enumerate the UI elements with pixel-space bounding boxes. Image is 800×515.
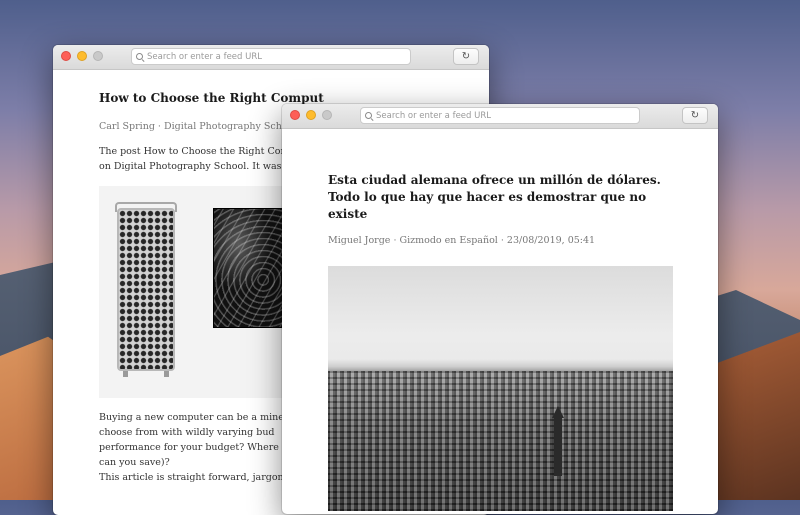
- reload-button[interactable]: ↻: [453, 48, 479, 65]
- traffic-lights: [61, 51, 103, 61]
- body-line: choose from with wildly varying bud: [99, 427, 275, 438]
- mac-pro-tower: [117, 208, 175, 371]
- feed-url-input[interactable]: [144, 51, 397, 62]
- article-byline: Miguel Jorge · Gizmodo en Español · 23/0…: [328, 235, 596, 246]
- body-line: can you save)?: [99, 457, 170, 468]
- title-bar[interactable]: ↻: [53, 45, 489, 70]
- intro-line: on Digital Photography School. It was au…: [99, 161, 301, 172]
- church-tower: [552, 406, 564, 476]
- close-button[interactable]: [61, 51, 71, 61]
- article-photo: [328, 266, 673, 511]
- mac-pro-feet: [117, 371, 175, 377]
- article-title: Esta ciudad alemana ofrece un millón de …: [328, 173, 661, 221]
- title-bar[interactable]: ↻: [282, 104, 718, 129]
- intro-line: The post How to Choose the Right Comp: [99, 146, 296, 157]
- feed-url-bar[interactable]: [360, 107, 640, 124]
- minimize-button[interactable]: [77, 51, 87, 61]
- traffic-lights: [290, 110, 332, 120]
- close-button[interactable]: [290, 110, 300, 120]
- body-line: performance for your budget? Where sho: [99, 442, 299, 453]
- body-line: Buying a new computer can be a mine: [99, 412, 284, 423]
- feed-url-input[interactable]: [373, 110, 626, 121]
- reload-button[interactable]: ↻: [682, 107, 708, 124]
- minimize-button[interactable]: [306, 110, 316, 120]
- feed-url-bar[interactable]: [131, 48, 411, 65]
- zoom-button[interactable]: [322, 110, 332, 120]
- search-icon: [136, 52, 144, 61]
- zoom-button[interactable]: [93, 51, 103, 61]
- city-rooftops: [328, 371, 673, 511]
- body-line: This article is straight forward, jargon…: [99, 472, 291, 483]
- search-icon: [365, 111, 373, 120]
- reload-icon: ↻: [690, 109, 700, 121]
- reader-window-front[interactable]: ↻ Esta ciudad alemana ofrece un millón d…: [282, 104, 718, 514]
- reload-icon: ↻: [461, 50, 471, 62]
- article-content: Esta ciudad alemana ofrece un millón de …: [282, 129, 718, 511]
